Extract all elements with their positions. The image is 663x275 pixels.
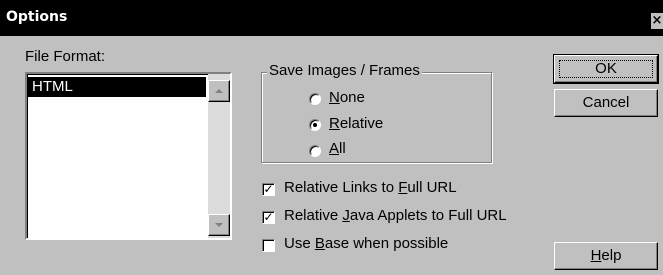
file-format-label: File Format: (25, 48, 106, 65)
radio-none[interactable] (309, 93, 321, 105)
checkbox-use-base[interactable] (262, 239, 275, 252)
checkbox-links-full-url[interactable]: ✓ (262, 183, 275, 196)
scroll-down-button[interactable] (208, 214, 230, 236)
listbox-content: HTML (27, 74, 208, 238)
radio-none-label[interactable]: None (329, 89, 365, 106)
arrow-down-icon (215, 223, 223, 227)
cancel-button-label: Cancel (582, 94, 630, 111)
radio-relative-label[interactable]: Relative (329, 115, 383, 132)
radio-all-label[interactable]: All (329, 140, 346, 157)
scroll-up-button[interactable] (208, 80, 230, 102)
checkbox-links-full-url-label[interactable]: Relative Links to Full URL (284, 179, 457, 196)
checkbox-use-base-label[interactable]: Use Base when possible (284, 235, 448, 252)
close-icon[interactable]: × (651, 13, 663, 29)
help-button[interactable]: Help (554, 242, 658, 270)
file-format-listbox[interactable]: HTML (25, 72, 232, 240)
cancel-button[interactable]: Cancel (554, 89, 658, 117)
radio-all[interactable] (309, 145, 321, 157)
checkbox-java-applets-full-url[interactable]: ✓ (262, 211, 275, 224)
radio-relative[interactable] (309, 119, 321, 131)
checkbox-java-applets-full-url-label[interactable]: Relative Java Applets to Full URL (284, 207, 507, 224)
ok-button-label: OK (595, 60, 617, 77)
title-bar: Options × (0, 0, 663, 36)
list-item-html[interactable]: HTML (28, 77, 206, 97)
help-button-label: Help (590, 247, 622, 264)
arrow-up-icon (215, 89, 223, 93)
window-title: Options (6, 9, 68, 25)
vertical-scrollbar[interactable] (208, 74, 230, 238)
radio-selected-dot (313, 123, 317, 127)
ok-button[interactable]: OK (553, 54, 659, 84)
save-images-group-label: Save Images / Frames (267, 62, 422, 79)
